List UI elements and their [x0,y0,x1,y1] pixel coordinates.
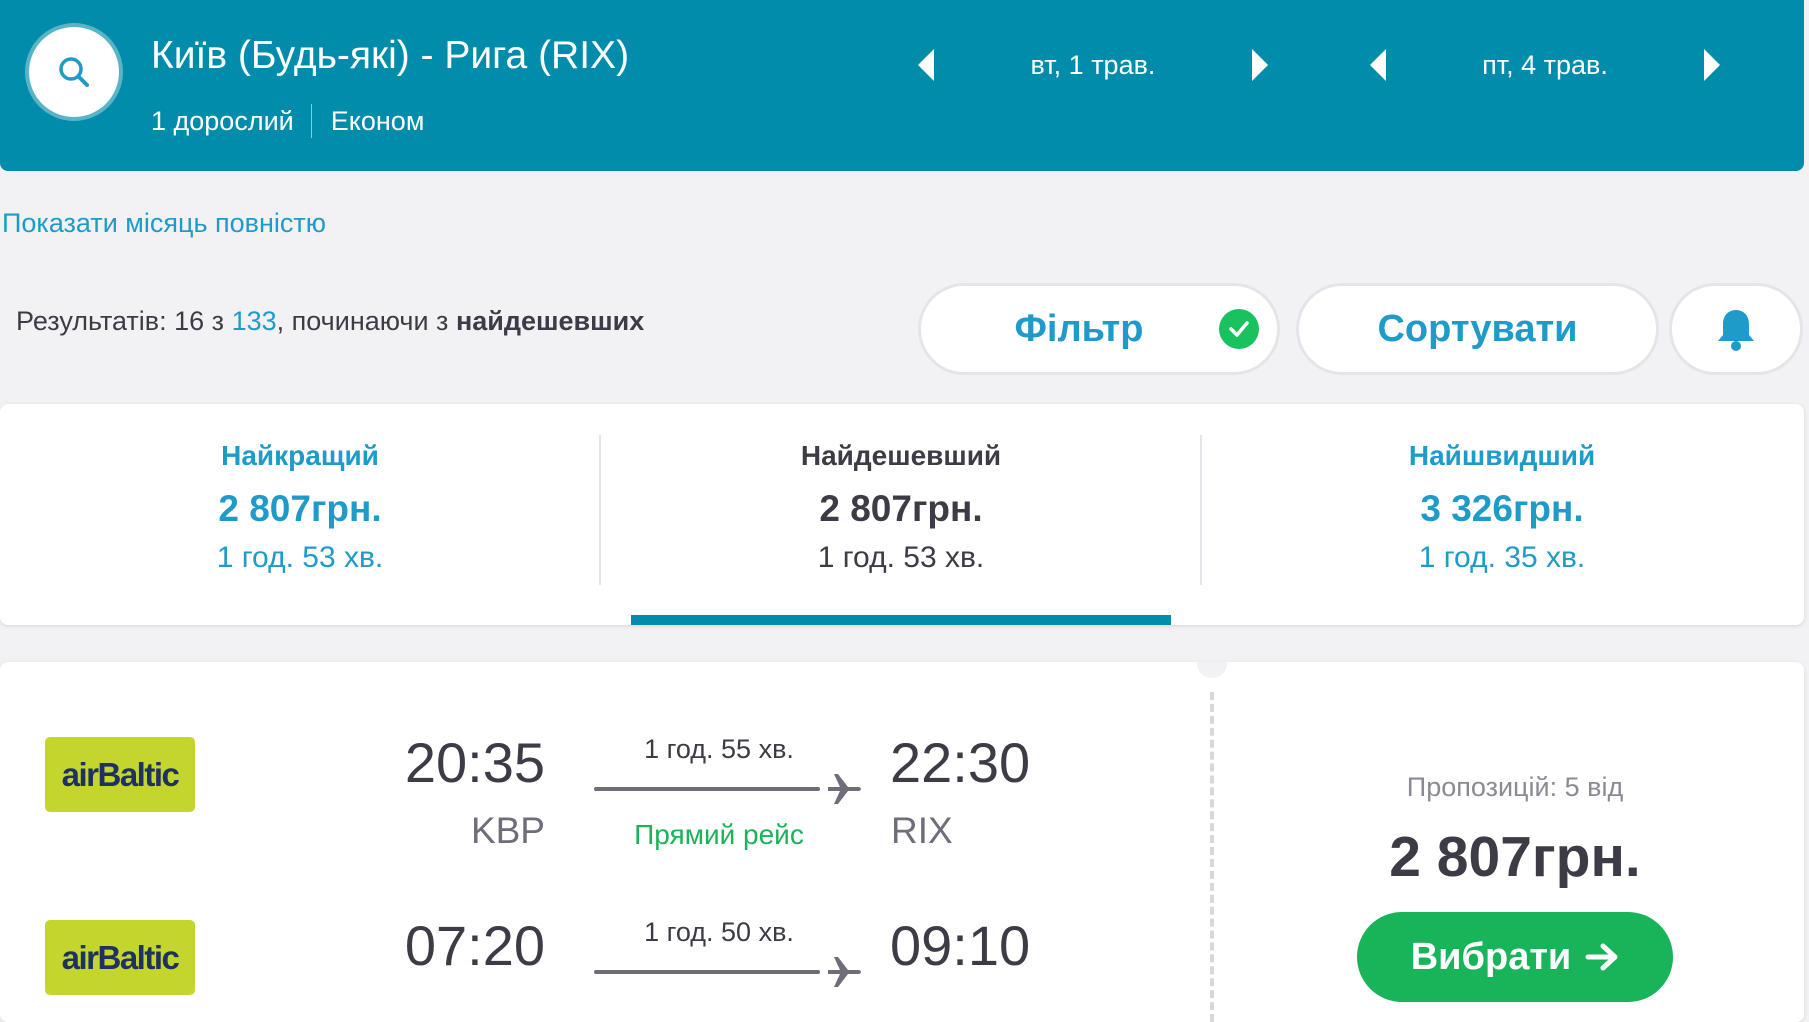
trip-details[interactable]: 1 дорослий Економ [151,104,424,138]
sort-button[interactable]: Сортувати [1299,286,1656,372]
chevron-right-icon [1704,49,1720,81]
chevron-left-icon [1370,49,1386,81]
flight-card[interactable]: airBaltic 20:35 KBP 1 год. 55 хв. Прямий… [0,662,1804,1022]
route-line [594,787,820,791]
details-divider [310,104,312,138]
arrival-airport: RIX [891,810,953,851]
check-icon [1219,309,1259,349]
results-prefix: Результатів: 16 з [16,306,232,336]
depart-prev-button[interactable] [906,40,946,90]
return-next-button[interactable] [1692,40,1732,90]
tab-cheapest-price: 2 807грн. [819,488,983,529]
sort-label: Сортувати [1377,307,1578,350]
airline-logo: airBaltic [45,737,195,812]
tab-cheapest-duration: 1 год. 53 хв. [817,541,985,574]
return-date-nav: пт, 4 трав. [1358,40,1732,90]
route-title[interactable]: Київ (Будь-які) - Рига (RIX) [151,34,629,78]
search-header: Київ (Будь-які) - Рига (RIX) 1 дорослий … [0,0,1804,171]
cabin-class: Економ [330,105,425,136]
plane-icon [828,957,861,987]
tab-best[interactable]: Найкращий 2 807грн. 1 год. 53 хв. [0,404,600,625]
results-summary: Результатів: 16 з 133, починаючи з найде… [16,306,644,337]
bell-icon [1718,310,1754,351]
departure-time: 07:20 [404,914,545,977]
flight-duration: 1 год. 55 хв. [644,734,794,764]
arrival-time: 22:30 [890,731,1031,794]
sort-tabs: Найкращий 2 807грн. 1 год. 53 хв. Найдеш… [0,404,1804,625]
offers-count: Пропозицій: 5 від [1406,772,1624,802]
departure-airport: KBP [470,810,545,851]
tab-fastest[interactable]: Найшвидший 3 326грн. 1 год. 35 хв. [1202,404,1802,625]
select-flight-button[interactable]: Вибрати [1357,912,1673,1002]
tab-best-price: 2 807грн. [218,488,382,529]
passengers-count: 1 дорослий [151,105,294,136]
ticket-divider [1210,692,1214,1022]
ticket-notch [1197,662,1227,678]
tab-fastest-duration: 1 год. 35 хв. [1418,541,1586,574]
tab-best-label: Найкращий [221,440,379,471]
results-middle: , починаючи з [276,306,456,336]
chevron-right-icon [1252,49,1268,81]
search-icon [59,57,89,87]
tab-fastest-label: Найшвидший [1408,440,1596,471]
active-tab-indicator [631,615,1171,625]
return-date[interactable]: пт, 4 трав. [1398,50,1692,81]
select-label: Вибрати [1410,935,1572,978]
departure-time: 20:35 [404,731,545,794]
tab-fastest-price: 3 326грн. [1420,488,1584,529]
airline-logo: airBaltic [45,920,195,995]
depart-date[interactable]: вт, 1 трав. [946,50,1240,81]
tab-best-duration: 1 год. 53 хв. [216,541,384,574]
direct-flight-label: Прямий рейс [634,819,804,850]
depart-next-button[interactable] [1240,40,1280,90]
plane-icon [828,774,861,804]
return-prev-button[interactable] [1358,40,1398,90]
route-line [594,970,820,974]
search-button[interactable] [29,27,119,117]
price-alert-button[interactable] [1672,286,1800,372]
arrival-time: 09:10 [890,914,1031,977]
results-total: 133 [231,306,277,336]
arrow-right-icon [1585,943,1618,971]
flight-duration: 1 год. 50 хв. [644,917,794,947]
filter-label: Фільтр [1014,307,1144,350]
show-month-link[interactable]: Показати місяць повністю [2,208,326,239]
flight-price: 2 807грн. [1389,825,1641,889]
chevron-left-icon [918,49,934,81]
depart-date-nav: вт, 1 трав. [906,40,1280,90]
tab-cheapest[interactable]: Найдешевший 2 807грн. 1 год. 53 хв. [601,404,1201,625]
filter-button[interactable]: Фільтр [921,286,1277,372]
tab-cheapest-label: Найдешевший [800,440,1002,471]
results-sort-word: найдешевших [455,306,645,336]
